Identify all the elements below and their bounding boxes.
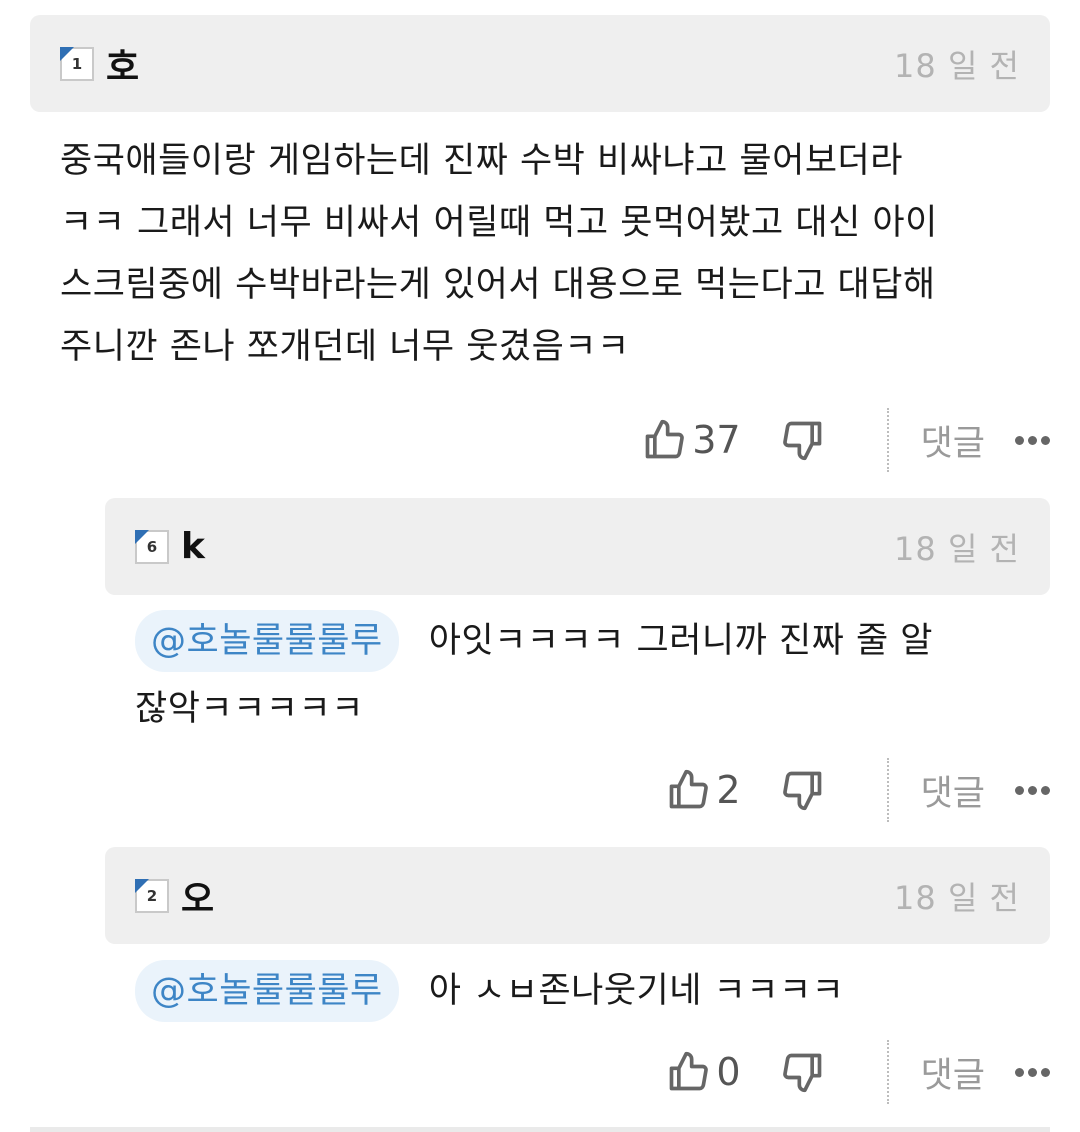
section-divider	[30, 1127, 1050, 1132]
mention-tag[interactable]: @호놀룰룰룰루	[135, 610, 399, 672]
timestamp: 18 일 전	[894, 878, 1020, 917]
reply-button[interactable]: 댓글	[921, 415, 985, 466]
more-dots-icon[interactable]	[1015, 435, 1050, 445]
reply-button[interactable]: 댓글	[921, 1047, 985, 1098]
reply-button[interactable]: 댓글	[921, 765, 985, 816]
dislike-button[interactable]	[781, 418, 825, 462]
divider	[886, 758, 889, 822]
level-badge-icon: 6	[135, 529, 169, 564]
thumbs-down-icon	[782, 421, 821, 461]
username[interactable]: 오	[181, 870, 214, 922]
comment-text: @호놀룰룰룰루 아 ㅅㅂ존나웃기네 ㅋㅋㅋㅋ	[135, 960, 1045, 1022]
comment-header: 6 k 18 일 전	[105, 498, 1050, 595]
like-count: 2	[716, 768, 741, 812]
like-button[interactable]: 37	[642, 418, 741, 462]
timestamp: 18 일 전	[894, 46, 1020, 85]
thumbs-down-icon	[782, 1053, 821, 1093]
timestamp: 18 일 전	[894, 529, 1020, 568]
like-count: 0	[716, 1050, 741, 1094]
thumbs-down-icon	[782, 771, 821, 811]
comment-actions: 0 댓글	[666, 1037, 1050, 1107]
thumbs-up-icon	[670, 1051, 709, 1091]
more-dots-icon[interactable]	[1015, 1067, 1050, 1077]
comment-actions: 2 댓글	[666, 755, 1050, 825]
divider	[886, 408, 889, 472]
like-button[interactable]: 2	[666, 768, 741, 812]
comment-line: ㅋㅋ 그래서 너무 비싸서 어릴때 먹고 못먹어봤고 대신 아이	[60, 203, 938, 243]
comment-text: 중국애들이랑 게임하는데 진짜 수박 비싸냐고 물어보더라 ㅋㅋ 그래서 너무 …	[60, 130, 1060, 378]
comment-line: 중국애들이랑 게임하는데 진짜 수박 비싸냐고 물어보더라	[60, 141, 903, 181]
like-count: 37	[692, 418, 741, 462]
dislike-button[interactable]	[781, 1050, 825, 1094]
thumbs-up-icon	[670, 769, 709, 809]
comment-line: 아잇ㅋㅋㅋㅋ 그러니까 진짜 줄 알	[428, 621, 934, 661]
level-badge-icon: 2	[135, 878, 169, 913]
comment-actions: 37 댓글	[642, 405, 1050, 475]
comment-line: 잖악ㅋㅋㅋㅋㅋ	[135, 689, 364, 729]
username[interactable]: k	[181, 526, 205, 567]
comment-line: 주니깐 존나 쪼개던데 너무 웃겼음ㅋㅋ	[60, 327, 630, 367]
divider	[886, 1040, 889, 1104]
comment-text: @호놀룰룰룰루 아잇ㅋㅋㅋㅋ 그러니까 진짜 줄 알 잖악ㅋㅋㅋㅋㅋ	[135, 610, 1045, 740]
comment-header: 2 오 18 일 전	[105, 847, 1050, 944]
thumbs-up-icon	[645, 419, 685, 459]
comment-line: 스크림중에 수박바라는게 있어서 대용으로 먹는다고 대답해	[60, 265, 936, 305]
more-dots-icon[interactable]	[1015, 785, 1050, 795]
mention-tag[interactable]: @호놀룰룰룰루	[135, 960, 399, 1022]
dislike-button[interactable]	[781, 768, 825, 812]
comment-header: 1 호 18 일 전	[30, 15, 1050, 112]
comment-line: 아 ㅅㅂ존나웃기네 ㅋㅋㅋㅋ	[428, 971, 845, 1011]
level-badge-icon: 1	[60, 46, 94, 81]
username[interactable]: 호	[106, 38, 139, 90]
like-button[interactable]: 0	[666, 1050, 741, 1094]
